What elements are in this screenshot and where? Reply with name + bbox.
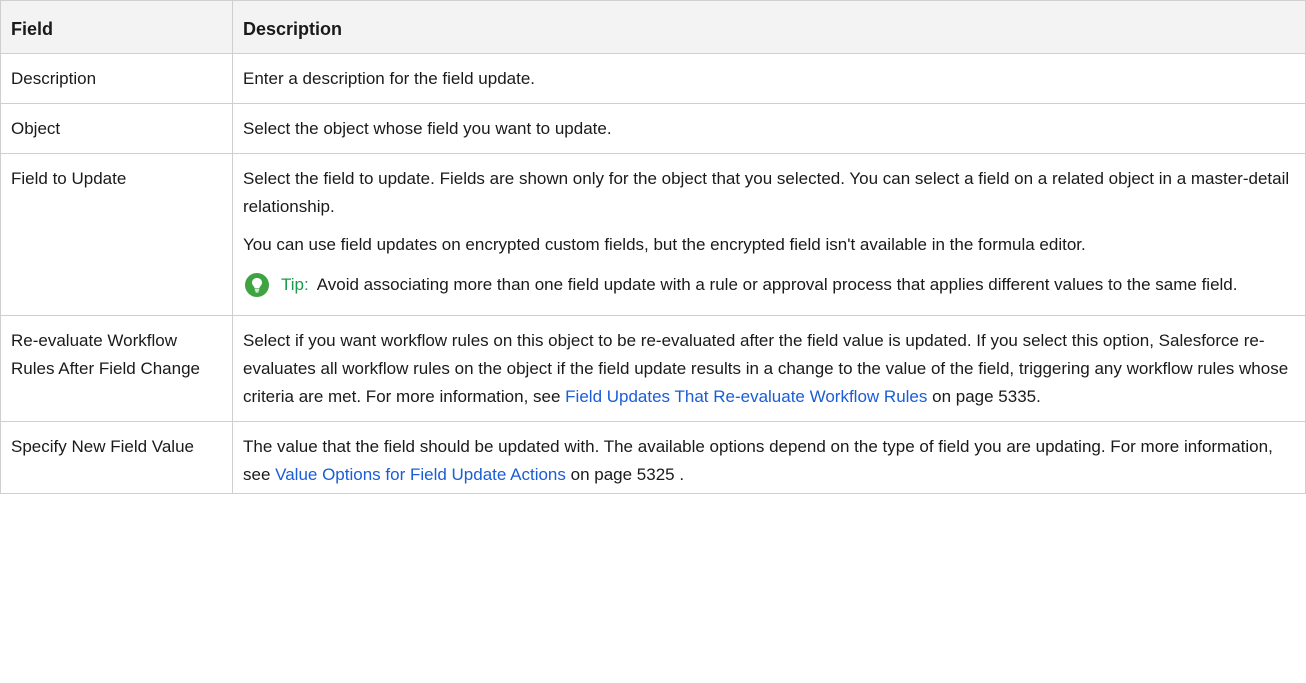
field-update-table: Field Description Description Enter a de… (0, 0, 1306, 494)
table-row-reevaluate-workflow: Re-evaluate Workflow Rules After Field C… (0, 315, 1306, 422)
link-value-options[interactable]: Value Options for Field Update Actions (275, 465, 566, 484)
field-name-cell: Field to Update (0, 153, 233, 316)
table-row-object: Object Select the object whose field you… (0, 103, 1306, 154)
tip-label: Tip: (281, 275, 309, 294)
table-row-description: Description Enter a description for the … (0, 53, 1306, 104)
field-name-cell: Object (0, 103, 233, 154)
field-description-cell: Enter a description for the field update… (232, 53, 1306, 104)
field-name-cell: Specify New Field Value (0, 421, 233, 494)
field-description-cell: Select the object whose field you want t… (232, 103, 1306, 154)
tip-text: Avoid associating more than one field up… (316, 275, 1238, 294)
field-description-cell: Select if you want workflow rules on thi… (232, 315, 1306, 422)
page-reference: on page 5325 . (565, 465, 685, 484)
field-name-cell: Description (0, 53, 233, 104)
field-description-cell: Select the field to update. Fields are s… (232, 153, 1306, 316)
field-description-cell: The value that the field should be updat… (232, 421, 1306, 494)
table-row-field-to-update: Field to Update Select the field to upda… (0, 153, 1306, 316)
field-name-cell: Re-evaluate Workflow Rules After Field C… (0, 315, 233, 422)
table-row-specify-new-value: Specify New Field Value The value that t… (0, 421, 1306, 494)
lightbulb-icon (245, 273, 269, 297)
link-field-updates-reevaluate[interactable]: Field Updates That Re-evaluate Workflow … (565, 387, 927, 406)
column-header-description: Description (232, 0, 1306, 54)
description-paragraph: You can use field updates on encrypted c… (243, 235, 1086, 254)
page-reference: on page 5335. (927, 387, 1041, 406)
table-header-row: Field Description (0, 0, 1306, 54)
tip-note: Tip: Avoid associating more than one fie… (243, 271, 1295, 305)
column-header-field: Field (0, 0, 233, 54)
description-paragraph: Select the field to update. Fields are s… (243, 169, 1290, 216)
